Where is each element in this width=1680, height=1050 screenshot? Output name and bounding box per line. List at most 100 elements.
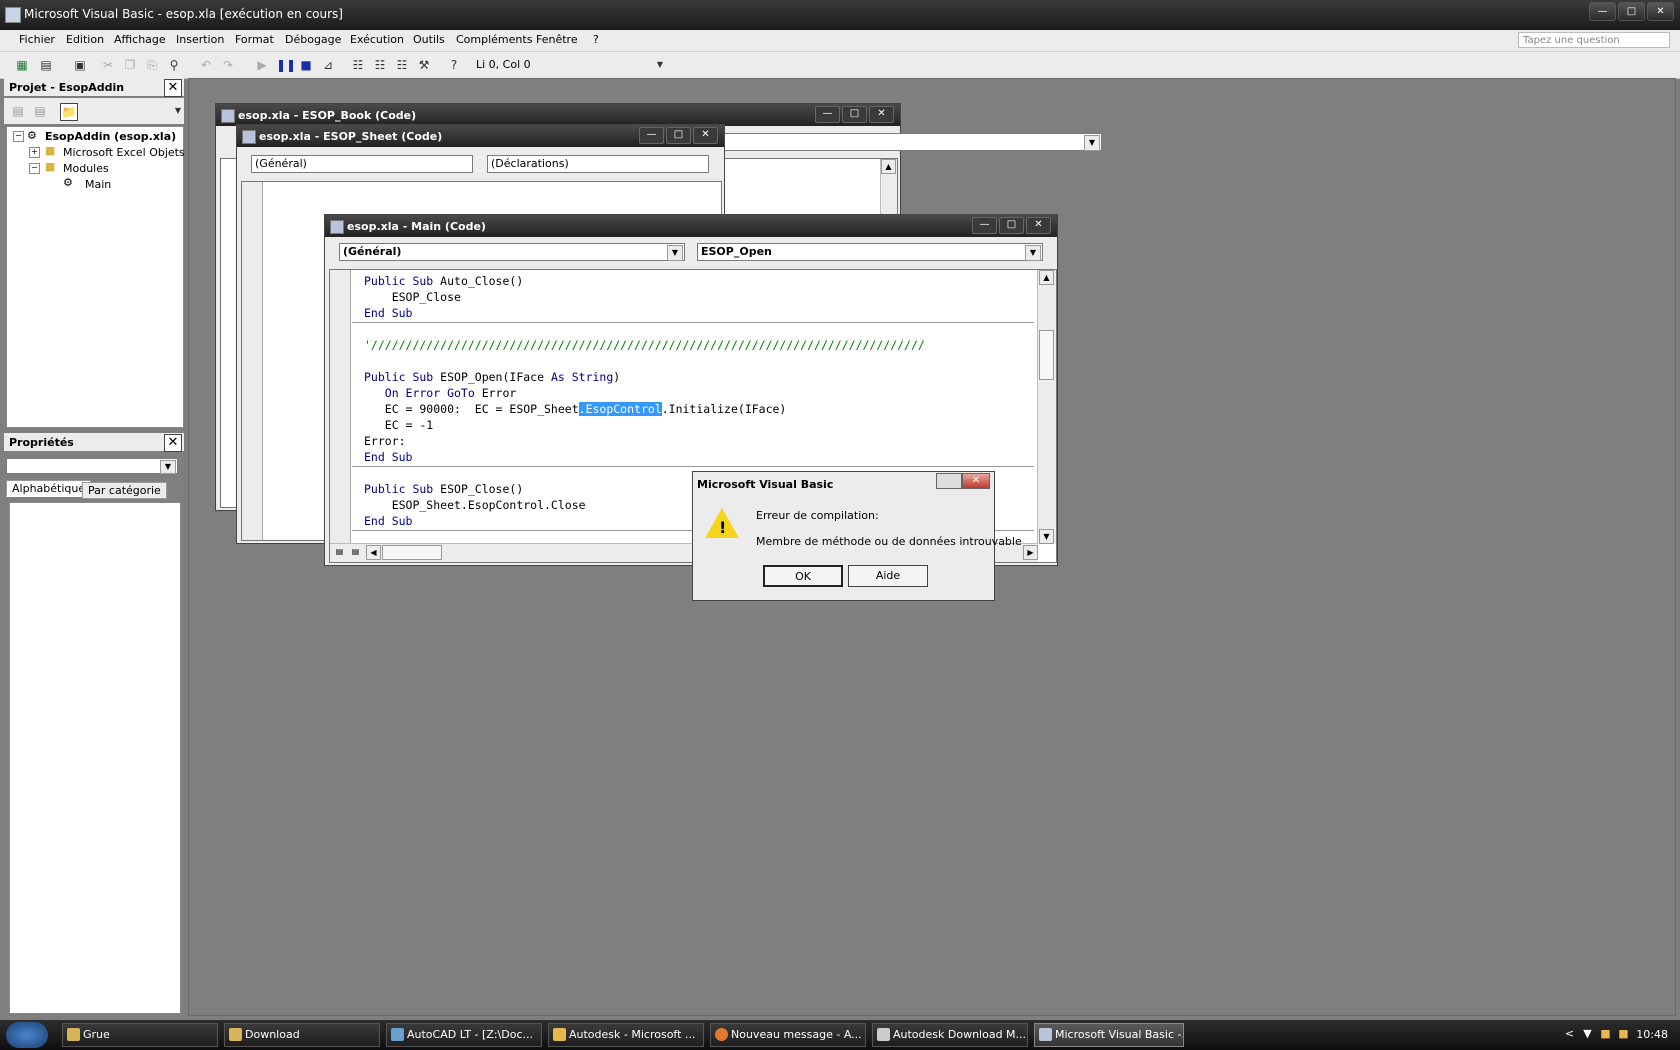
undo-icon[interactable]: ↶ — [198, 57, 214, 73]
menu-fenetre[interactable]: Fenêtre — [536, 33, 578, 46]
project-toolbar-dropdown-icon[interactable]: ▼ — [170, 103, 186, 119]
project-explorer-icon[interactable]: ☷ — [350, 57, 366, 73]
folder-icon — [67, 1028, 80, 1041]
tree-root[interactable]: EsopAddin (esop.xla) — [45, 130, 176, 143]
toggle-folders-icon[interactable]: 📁 — [60, 103, 78, 121]
sheet-object-combo[interactable]: (Général) — [251, 155, 473, 173]
task-autodesk-download[interactable]: Autodesk Download M... — [872, 1023, 1028, 1047]
properties-pane-close-button[interactable]: ✕ — [164, 434, 182, 452]
collapse-modules-icon[interactable]: − — [29, 163, 40, 174]
project-tree: − ⚙ EsopAddin (esop.xla) + ■ Microsoft E… — [6, 126, 185, 428]
combo-arrow-icon[interactable]: ▼ — [667, 245, 683, 261]
tray-app-icon[interactable]: ■ — [1599, 1027, 1612, 1040]
menu-execution[interactable]: Exécution — [350, 33, 404, 46]
stop-icon[interactable]: ■ — [298, 57, 314, 73]
sheet-proc-combo[interactable]: (Déclarations) — [487, 155, 709, 173]
procedure-view-icon[interactable]: ▤ — [332, 545, 347, 560]
sheet-window-title: esop.xla - ESOP_Sheet (Code) — [259, 130, 443, 143]
run-icon[interactable]: ▶ — [254, 57, 270, 73]
cut-icon[interactable]: ✂ — [100, 57, 116, 73]
scroll-up-icon[interactable]: ▲ — [881, 159, 896, 174]
highlighted-member: .EsopControl — [578, 402, 662, 416]
design-mode-icon[interactable]: ⊿ — [320, 57, 336, 73]
scroll-left-icon[interactable]: ◀ — [366, 545, 381, 560]
aide-button[interactable]: Aide — [848, 565, 928, 587]
view-object-icon[interactable]: ▤ — [32, 103, 48, 119]
help-icon[interactable]: ? — [446, 57, 462, 73]
book-maximize-button[interactable]: □ — [842, 106, 867, 123]
task-autodesk-ie[interactable]: Autodesk - Microsoft ... — [548, 1023, 704, 1047]
copy-icon[interactable]: ❐ — [122, 57, 138, 73]
book-minimize-button[interactable]: — — [815, 106, 840, 123]
redo-icon[interactable]: ↷ — [220, 57, 236, 73]
menu-complements[interactable]: Compléments — [456, 33, 532, 46]
ok-button[interactable]: OK — [763, 565, 843, 587]
menu-edition[interactable]: Edition — [66, 33, 104, 46]
toolbar-options-icon[interactable]: ▼ — [652, 57, 668, 73]
main-maximize-button[interactable]: □ — [999, 217, 1024, 234]
menu-affichage[interactable]: Affichage — [114, 33, 166, 46]
menu-format[interactable]: Format — [235, 33, 274, 46]
book-proc-combo[interactable]: ▼ — [686, 133, 1102, 151]
combo-arrow-icon[interactable]: ▼ — [1025, 245, 1041, 261]
scroll-right-icon[interactable]: ▶ — [1023, 545, 1038, 560]
dialog-close-button[interactable]: ✕ — [962, 473, 990, 489]
find-icon[interactable]: ⚲ — [166, 57, 182, 73]
full-module-view-icon[interactable]: ▤ — [348, 545, 363, 560]
paste-icon[interactable]: ⎘ — [144, 57, 160, 73]
combo-arrow-icon[interactable]: ▼ — [160, 460, 176, 474]
tree-item-modules[interactable]: Modules — [63, 162, 109, 175]
properties-object-combo[interactable]: ▼ — [6, 458, 178, 474]
hscroll-thumb[interactable] — [382, 545, 442, 560]
scroll-thumb[interactable] — [1039, 330, 1054, 380]
tree-item-main[interactable]: Main — [85, 178, 111, 191]
project-pane-close-button[interactable]: ✕ — [164, 79, 182, 97]
task-download[interactable]: Download — [224, 1023, 380, 1047]
object-browser-icon[interactable]: ☷ — [394, 57, 410, 73]
task-grue[interactable]: Grue — [62, 1023, 218, 1047]
combo-arrow-icon[interactable]: ▼ — [1084, 135, 1100, 151]
network-icon[interactable]: ▼ — [1581, 1027, 1594, 1040]
task-autocad[interactable]: AutoCAD LT - [Z:\Doc... — [386, 1023, 542, 1047]
start-button[interactable] — [6, 1022, 48, 1048]
main-close-button[interactable]: ✕ — [1026, 217, 1051, 234]
save-icon[interactable]: ▣ — [72, 57, 88, 73]
menu-outils[interactable]: Outils — [413, 33, 445, 46]
pause-icon[interactable]: ❚❚ — [276, 57, 296, 73]
toolbox-icon[interactable]: ⚒ — [416, 57, 432, 73]
insert-userform-icon[interactable]: ▤ — [38, 57, 54, 73]
dialog-help-button[interactable] — [936, 473, 962, 489]
excel-view-icon[interactable]: ▦ — [14, 57, 30, 73]
tab-alphabetique[interactable]: Alphabétique — [6, 480, 92, 497]
volume-icon[interactable]: ■ — [1617, 1027, 1630, 1040]
close-button[interactable]: ✕ — [1647, 2, 1674, 21]
scroll-down-icon[interactable]: ▼ — [1039, 529, 1054, 544]
main-vertical-scrollbar[interactable]: ▲ ▼ — [1037, 270, 1056, 544]
menu-debogage[interactable]: Débogage — [285, 33, 341, 46]
sheet-maximize-button[interactable]: □ — [666, 127, 691, 144]
menu-help[interactable]: ? — [593, 33, 599, 46]
task-visual-basic[interactable]: Microsoft Visual Basic -... — [1034, 1023, 1184, 1047]
expand-excel-objects-icon[interactable]: + — [29, 147, 40, 158]
scroll-up-icon[interactable]: ▲ — [1039, 270, 1054, 285]
properties-window-icon[interactable]: ☷ — [372, 57, 388, 73]
book-close-button[interactable]: ✕ — [869, 106, 894, 123]
collapse-root-icon[interactable]: − — [13, 131, 24, 142]
tray-expand-icon[interactable]: < — [1563, 1027, 1576, 1040]
view-code-icon[interactable]: ▤ — [10, 103, 26, 119]
minimize-button[interactable]: — — [1589, 2, 1616, 21]
main-minimize-button[interactable]: — — [972, 217, 997, 234]
menu-bar: Fichier Edition Affichage Insertion Form… — [0, 30, 1680, 52]
main-proc-combo[interactable]: ESOP_Open ▼ — [697, 243, 1043, 261]
main-object-combo[interactable]: (Général) ▼ — [339, 243, 685, 261]
sheet-close-button[interactable]: ✕ — [693, 127, 718, 144]
ask-question-input[interactable]: Tapez une question — [1518, 32, 1670, 48]
tab-par-categorie[interactable]: Par catégorie — [82, 482, 167, 499]
task-nouveau-message[interactable]: Nouveau message - A... — [710, 1023, 866, 1047]
sheet-minimize-button[interactable]: — — [639, 127, 664, 144]
tree-item-excel-objects[interactable]: Microsoft Excel Objets — [63, 146, 185, 159]
menu-fichier[interactable]: Fichier — [19, 33, 55, 46]
maximize-button[interactable]: □ — [1618, 2, 1645, 21]
menu-insertion[interactable]: Insertion — [176, 33, 224, 46]
properties-grid — [9, 502, 181, 1014]
